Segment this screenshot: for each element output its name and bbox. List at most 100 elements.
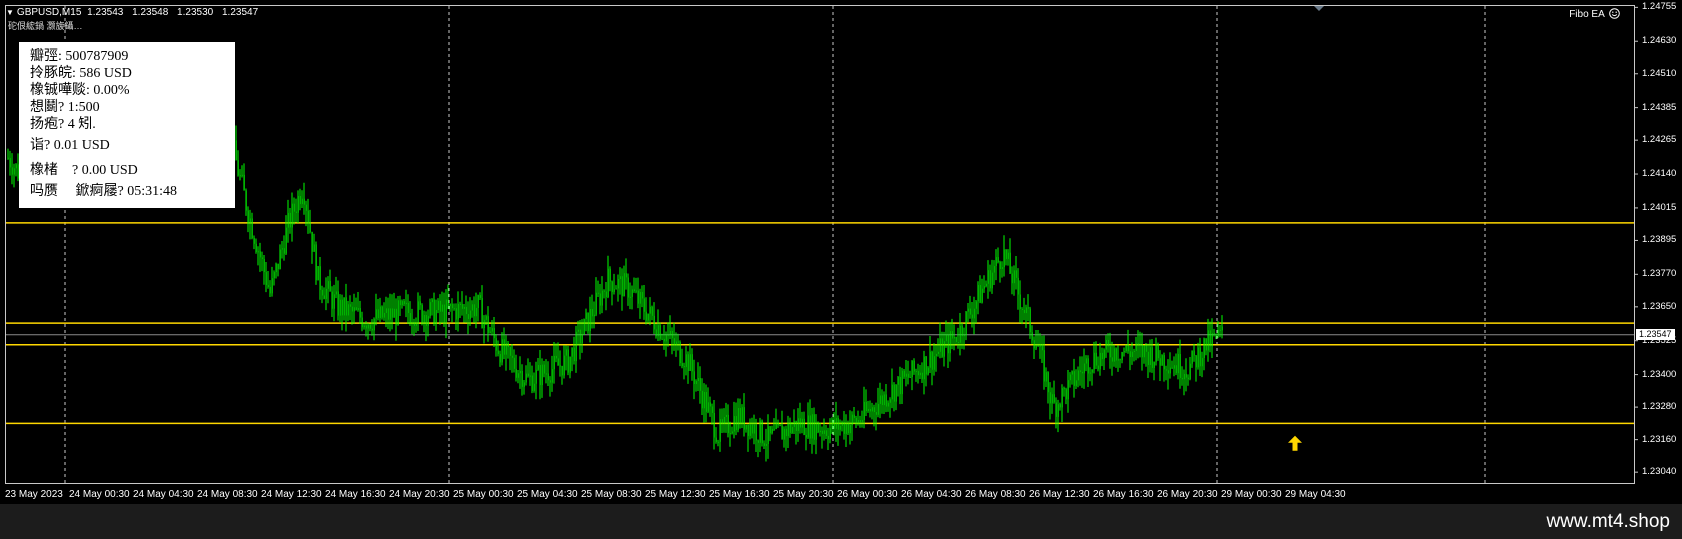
x-tick-label: 24 May 08:30	[197, 489, 258, 500]
candle-body	[937, 351, 939, 354]
candle-body	[807, 415, 809, 438]
candle-body	[1105, 340, 1107, 350]
y-tick-label: 1.24510	[1642, 67, 1677, 79]
x-tick-label: 26 May 12:30	[1029, 489, 1090, 500]
y-tick-label: 1.24630	[1642, 35, 1677, 47]
candle-body	[539, 365, 541, 386]
candle-body	[397, 300, 399, 325]
candle-body	[607, 268, 609, 298]
candle-body	[1153, 361, 1155, 368]
candle-body	[679, 342, 681, 364]
x-tick-label: 24 May 04:30	[133, 489, 194, 500]
candle-body	[651, 306, 653, 316]
candle-body	[373, 318, 375, 331]
candle-body	[707, 402, 709, 412]
candle-body	[415, 322, 417, 326]
candle-body	[917, 371, 919, 376]
candle-body	[473, 304, 475, 317]
candle-body	[687, 354, 689, 372]
candle-body	[845, 423, 847, 434]
candle-body	[1187, 377, 1189, 380]
candle-body	[763, 443, 765, 446]
candle-body	[785, 428, 787, 437]
candle-body	[491, 328, 493, 332]
candle-body	[355, 307, 357, 310]
candle-body	[829, 428, 831, 440]
candle-body	[673, 338, 675, 346]
y-tick-label: 1.23650	[1642, 300, 1677, 312]
candle-body	[1125, 345, 1127, 352]
x-tick-label: 25 May 00:30	[453, 489, 514, 500]
candle-body	[915, 371, 917, 373]
candle-body	[515, 368, 517, 378]
candle-body	[1067, 380, 1069, 400]
x-tick-label: 23 May 2023	[5, 489, 63, 500]
candle-body	[407, 302, 409, 314]
candle-body	[1079, 370, 1081, 372]
candle-body	[319, 266, 321, 290]
x-tick-label: 29 May 00:30	[1221, 489, 1282, 500]
candle-body	[799, 418, 801, 428]
expert-advisor-label[interactable]: Fibo EA	[1569, 8, 1620, 20]
y-tick-label: 1.23895	[1642, 234, 1677, 246]
candle-body	[545, 373, 547, 375]
candle-body	[351, 306, 353, 312]
candle-body	[873, 407, 875, 413]
candle-body	[1095, 352, 1097, 366]
candle-body	[431, 299, 433, 303]
candle-body	[899, 376, 901, 395]
candle-body	[781, 425, 783, 440]
info-line: 吗赝 鍁痾屦? 05:31:48	[30, 184, 177, 199]
candle-body	[13, 168, 15, 175]
candle-body	[399, 300, 401, 306]
candle-body	[871, 407, 873, 412]
candle-body	[357, 308, 359, 310]
candle-body	[1197, 347, 1199, 368]
candle-body	[907, 373, 909, 378]
candle-body	[773, 428, 775, 430]
x-tick-label: 29 May 04:30	[1285, 489, 1346, 500]
candle-body	[1061, 388, 1063, 408]
candle-body	[631, 289, 633, 297]
candle-body	[533, 383, 535, 391]
candle-body	[1173, 365, 1175, 369]
candle-body	[609, 268, 611, 282]
candle-body	[241, 174, 243, 176]
candle-body	[555, 355, 557, 359]
candle-body	[443, 304, 445, 323]
dropdown-triangle-icon[interactable]: ▼	[6, 8, 14, 17]
candle-body	[543, 364, 545, 374]
candle-body	[1031, 332, 1033, 341]
price-chart[interactable]	[0, 0, 1682, 505]
candle-body	[559, 365, 561, 367]
candle-body	[281, 248, 283, 250]
candle-body	[1069, 374, 1071, 381]
candle-body	[7, 157, 9, 159]
candle-body	[699, 377, 701, 391]
candle-body	[271, 278, 273, 294]
candle-body	[991, 272, 993, 289]
candle-body	[659, 325, 661, 339]
candle-body	[921, 372, 923, 380]
candle-body	[749, 424, 751, 436]
candle-body	[693, 371, 695, 385]
candle-body	[391, 308, 393, 318]
candle-body	[463, 306, 465, 309]
candle-body	[1217, 329, 1219, 337]
candle-body	[379, 306, 381, 319]
candle-body	[935, 353, 937, 357]
candle-body	[1077, 370, 1079, 381]
candle-body	[837, 417, 839, 430]
candle-body	[843, 421, 845, 434]
indicator-subtitle: 砣佷綋鍋 灏旇鑷…	[8, 21, 83, 31]
candle-body	[465, 306, 467, 315]
candle-body	[665, 334, 667, 342]
candle-body	[267, 285, 269, 287]
candle-body	[863, 401, 865, 420]
candle-body	[947, 334, 949, 354]
candle-body	[9, 158, 11, 168]
candle-body	[661, 338, 663, 340]
candle-body	[1023, 309, 1025, 314]
candle-body	[595, 292, 597, 315]
candle-body	[593, 314, 595, 317]
